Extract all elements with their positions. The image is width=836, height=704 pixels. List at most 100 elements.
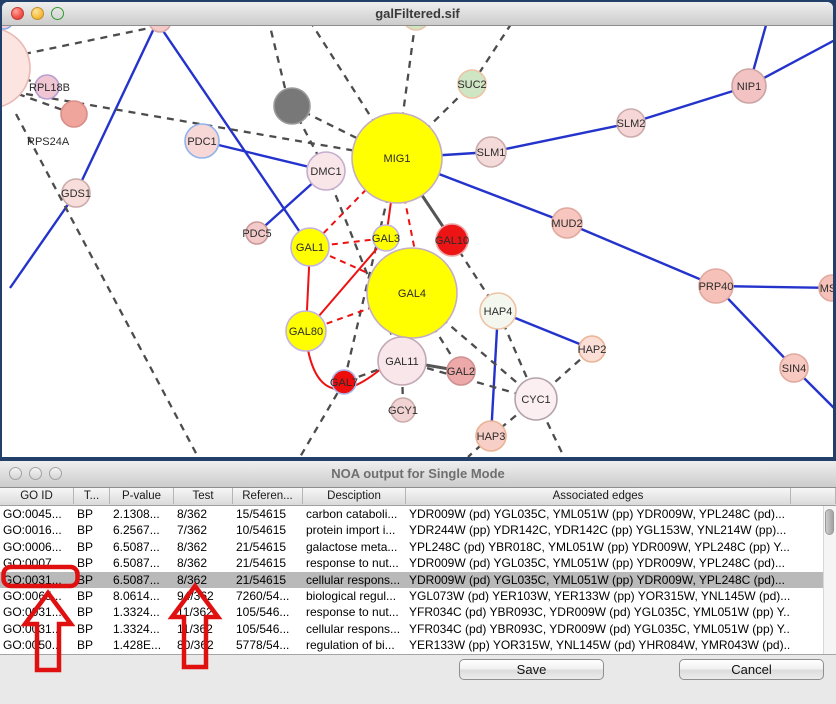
node-gray-node[interactable] xyxy=(274,88,310,124)
table-cell: 8/362 xyxy=(174,572,233,588)
table-row[interactable]: GO:0050...BP1.428E...80/3625778/54...reg… xyxy=(0,637,823,653)
node-big-left[interactable] xyxy=(2,28,30,108)
table-cell: 105/546... xyxy=(233,621,303,637)
table-cell: GO:0007... xyxy=(0,555,74,571)
network-edge xyxy=(300,382,344,457)
table-cell: 7260/54... xyxy=(233,588,303,604)
table-row[interactable]: GO:0031...BP1.3324...11/362105/546...res… xyxy=(0,604,823,620)
node-top-cut-1[interactable] xyxy=(2,26,13,29)
node-label-GDS1: GDS1 xyxy=(61,188,91,200)
table-cell: GO:0006... xyxy=(0,539,74,555)
table-cell: 5778/54... xyxy=(233,637,303,653)
table-cell: BP xyxy=(74,572,110,588)
table-cell: 15/54615 xyxy=(233,506,303,522)
node-label-SLM1: SLM1 xyxy=(477,147,506,159)
table-cell: YDR009W (pd) YGL035C, YML051W (pp) YDR00… xyxy=(406,555,791,571)
table-cell: 1.428E... xyxy=(110,637,174,653)
table-cell: regulation of bi... xyxy=(303,637,406,653)
vertical-scrollbar[interactable] xyxy=(823,506,836,654)
noa-output-window: NOA output for Single Mode GO IDT...P-va… xyxy=(0,461,836,704)
table-cell: 21/54615 xyxy=(233,572,303,588)
table-row[interactable]: GO:0006...BP6.5087...8/36221/54615galact… xyxy=(0,539,823,555)
node-RPS24A[interactable] xyxy=(61,101,87,127)
table-cell: GO:0031... xyxy=(0,572,74,588)
column-header-t[interactable]: T... xyxy=(74,488,110,504)
close-button[interactable] xyxy=(11,7,24,20)
table-cell: YFR034C (pd) YBR093C, YDR009W (pd) YGL03… xyxy=(406,604,791,620)
node-label-GAL1: GAL1 xyxy=(296,242,324,254)
table-cell: BP xyxy=(74,604,110,620)
node-label-GAL11: GAL11 xyxy=(385,356,418,368)
table-row[interactable]: GO:0065...BP8.0614...94/3627260/54...bio… xyxy=(0,588,823,604)
table-cell: YER133W (pp) YOR315W, YNL145W (pd) YHR08… xyxy=(406,637,791,653)
zoom-button-inactive[interactable] xyxy=(49,467,62,480)
table-cell: GO:0031... xyxy=(0,604,74,620)
column-header-associated-edges[interactable]: Associated edges xyxy=(406,488,791,504)
node-label-GAL10: GAL10 xyxy=(435,235,469,247)
table-row[interactable]: GO:0031...BP1.3324...11/362105/546...cel… xyxy=(0,621,823,637)
table-cell: cellular respons... xyxy=(303,621,406,637)
table-row[interactable]: GO:0045...BP2.1308...8/36215/54615carbon… xyxy=(0,506,823,522)
scrollbar-thumb[interactable] xyxy=(825,509,834,535)
table-cell: 8.0614... xyxy=(110,588,174,604)
column-header-go-id[interactable]: GO ID xyxy=(0,488,74,504)
table-cell: YFR034C (pd) YBR093C, YDR009W (pd) YGL03… xyxy=(406,621,791,637)
noa-window-titlebar[interactable]: NOA output for Single Mode xyxy=(0,461,836,488)
table-cell: YDR009W (pd) YGL035C, YML051W (pp) YDR00… xyxy=(406,506,791,522)
node-label-HAP4: HAP4 xyxy=(484,306,513,318)
table-cell: 94/362 xyxy=(174,588,233,604)
column-header-test[interactable]: Test xyxy=(174,488,233,504)
column-header-p-value[interactable]: P-value xyxy=(110,488,174,504)
table-cell: BP xyxy=(74,588,110,604)
node-label-SIN4: SIN4 xyxy=(782,363,806,375)
node-label-CYC1: CYC1 xyxy=(521,394,550,406)
table-cell: GO:0016... xyxy=(0,522,74,538)
table-cell: 21/54615 xyxy=(233,539,303,555)
network-window-titlebar[interactable]: galFiltered.sif xyxy=(2,2,833,26)
table-cell: 6.2567... xyxy=(110,522,174,538)
network-edge xyxy=(157,26,310,247)
node-label-PRP40: PRP40 xyxy=(699,281,734,293)
minimize-button[interactable] xyxy=(31,7,44,20)
cancel-button[interactable]: Cancel xyxy=(679,659,824,680)
table-cell: GO:0065... xyxy=(0,588,74,604)
node-top-cut-3[interactable] xyxy=(403,26,429,30)
node-label-PDC5: PDC5 xyxy=(242,228,271,240)
table-cell: 2.1308... xyxy=(110,506,174,522)
table-row[interactable]: GO:0016...BP6.2567...7/36210/54615protei… xyxy=(0,522,823,538)
table-cell: response to nut... xyxy=(303,604,406,620)
minimize-button-inactive[interactable] xyxy=(29,467,42,480)
table-cell: 8/362 xyxy=(174,539,233,555)
node-label-GAL80: GAL80 xyxy=(289,326,323,338)
table-cell: 21/54615 xyxy=(233,555,303,571)
close-button-inactive[interactable] xyxy=(9,467,22,480)
table-cell: 105/546... xyxy=(233,604,303,620)
table-cell: YPL248C (pd) YBR018C, YML051W (pp) YDR00… xyxy=(406,539,791,555)
table-cell: BP xyxy=(74,621,110,637)
zoom-button[interactable] xyxy=(51,7,64,20)
table-cell: YDR244W (pp) YDR142C, YDR142C (pp) YGL15… xyxy=(406,522,791,538)
results-table-header: GO IDT...P-valueTestReferen...Desciption… xyxy=(0,488,836,506)
table-cell: BP xyxy=(74,506,110,522)
node-label-RPL18B: RPL18B xyxy=(29,82,70,94)
network-edge xyxy=(16,114,198,457)
table-cell: GO:0045... xyxy=(0,506,74,522)
node-label-MSN: MSN xyxy=(820,283,833,295)
save-button[interactable]: Save xyxy=(459,659,604,680)
table-cell: 7/362 xyxy=(174,522,233,538)
column-header-desciption[interactable]: Desciption xyxy=(303,488,406,504)
table-cell: 11/362 xyxy=(174,604,233,620)
table-cell: cellular respons... xyxy=(303,572,406,588)
results-table: GO:0045...BP2.1308...8/36215/54615carbon… xyxy=(0,506,823,654)
network-canvas[interactable]: RPL18BRPS24AGDS1PDC1PDC5DMC1MIG1SUC2SLM1… xyxy=(2,26,833,457)
network-window-title: galFiltered.sif xyxy=(2,2,833,25)
column-header-referen[interactable]: Referen... xyxy=(233,488,303,504)
network-edge xyxy=(24,26,198,54)
node-label-DMC1: DMC1 xyxy=(310,166,341,178)
node-label-MIG1: MIG1 xyxy=(384,153,411,165)
table-row[interactable]: GO:0031...BP6.5087...8/36221/54615cellul… xyxy=(0,572,823,588)
node-label-NIP1: NIP1 xyxy=(737,81,761,93)
table-row[interactable]: GO:0007...BP6.5087...8/36221/54615respon… xyxy=(0,555,823,571)
table-cell: 1.3324... xyxy=(110,604,174,620)
node-label-PDC1: PDC1 xyxy=(187,136,216,148)
